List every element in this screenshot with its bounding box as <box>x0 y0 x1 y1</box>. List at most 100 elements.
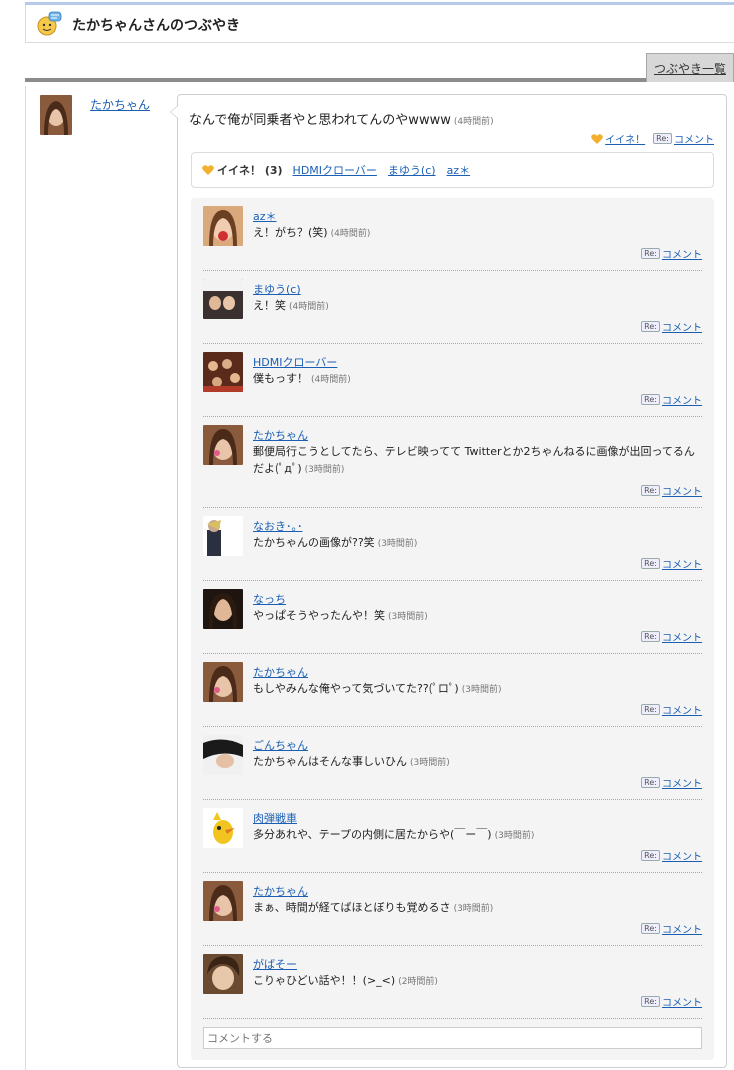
post-arrow <box>170 105 178 119</box>
post-time: (4時間前) <box>453 117 494 127</box>
comment-text: まぁ、時間が経てばほとぼりも覚めるさ (3時間前) <box>253 899 697 918</box>
re-icon: Re: <box>641 485 660 496</box>
comment-text: 僕もっす！ (4時間前) <box>253 370 697 389</box>
post-text: なんで俺が同乗者やと思われてんのやwwww <box>189 113 451 128</box>
comment-item: まゆう(c) え！笑 (4時間前) Re: コメント <box>203 271 702 344</box>
re-icon: Re: <box>653 133 672 144</box>
reply-action[interactable]: Re: コメント <box>641 702 702 717</box>
comment-text: もしやみんな俺やって気づいてた??(ﾟロﾟ) (3時間前) <box>253 680 697 699</box>
comment-item: ごんちゃん たかちゃんはそんな事しいひん (3時間前) Re: コメント <box>203 727 702 800</box>
reply-action[interactable]: Re: コメント <box>641 556 702 571</box>
commenter-avatar[interactable] <box>203 735 243 775</box>
commenter-avatar[interactable] <box>203 425 243 465</box>
commenter-avatar[interactable] <box>203 954 243 994</box>
commenter-avatar[interactable] <box>203 352 243 392</box>
commenter-avatar[interactable] <box>203 516 243 556</box>
reply-action[interactable]: Re: コメント <box>641 629 702 644</box>
commenter-avatar[interactable] <box>203 279 243 319</box>
comment-item: たかちゃん まぁ、時間が経てばほとぼりも覚めるさ (3時間前) Re: コメント <box>203 873 702 946</box>
reply-link[interactable]: コメント <box>662 775 702 790</box>
commenter-name-link[interactable]: たかちゃん <box>253 664 308 680</box>
commenter-avatar[interactable] <box>203 808 243 848</box>
likes-box: イイネ！ (3) HDMIクローバー まゆう(c) az＊ <box>191 152 714 188</box>
comment-body: もしやみんな俺やって気づいてた??(ﾟロﾟ) <box>253 682 459 695</box>
reply-action[interactable]: Re: コメント <box>641 319 702 334</box>
like-link[interactable]: イイネ！ <box>605 131 645 146</box>
like-action[interactable]: イイネ！ <box>591 131 645 146</box>
comment-body: まぁ、時間が経てばほとぼりも覚めるさ <box>253 901 451 914</box>
post-card: なんで俺が同乗者やと思われてんのやwwww (4時間前) イイネ！ Re: コメン… <box>170 94 727 1068</box>
reply-action[interactable]: Re: コメント <box>641 994 702 1009</box>
comment-action[interactable]: Re: コメント <box>653 131 714 146</box>
comment-body: 僕もっす！ <box>253 372 308 385</box>
comment-time: (3時間前) <box>494 831 535 841</box>
comment-item: たかちゃん 郵便局行こうとしてたら、テレビ映ってて Twitterとか2ちゃんね… <box>203 417 702 508</box>
commenter-name-link[interactable]: az＊ <box>253 208 277 224</box>
reply-action[interactable]: Re: コメント <box>641 775 702 790</box>
commenter-name-link[interactable]: HDMIクローバー <box>253 354 337 370</box>
reply-link[interactable]: コメント <box>662 483 702 498</box>
commenter-name-link[interactable]: ごんちゃん <box>253 737 308 753</box>
page-title: たかちゃんさんのつぶやき <box>72 18 240 34</box>
liker-link[interactable]: まゆう(c) <box>388 162 436 178</box>
re-icon: Re: <box>641 631 660 642</box>
commenter-name-link[interactable]: たかちゃん <box>253 883 308 899</box>
comment-time: (3時間前) <box>388 612 428 622</box>
comment-link[interactable]: コメント <box>674 131 714 146</box>
likes-count-label: イイネ！ (3) <box>217 164 283 177</box>
reply-link[interactable]: コメント <box>662 629 702 644</box>
liker-link[interactable]: az＊ <box>447 162 471 178</box>
comment-input[interactable] <box>203 1027 702 1049</box>
commenter-name-link[interactable]: たかちゃん <box>253 427 308 443</box>
comment-text: え！笑 (4時間前) <box>253 297 697 316</box>
re-icon: Re: <box>641 850 660 861</box>
author-name-link[interactable]: たかちゃん <box>90 96 150 113</box>
speech-bubble-icon <box>37 11 62 36</box>
comment-text: やっぱそうやったんや！笑 (3時間前) <box>253 607 697 626</box>
comment-time: (4時間前) <box>311 375 351 385</box>
liker-link[interactable]: HDMIクローバー <box>293 162 377 178</box>
comment-text: こりゃひどい話や！！(>_<) (2時間前) <box>253 972 697 991</box>
commenter-name-link[interactable]: まゆう(c) <box>253 281 301 297</box>
commenter-name-link[interactable]: 肉弾戦車 <box>253 810 297 826</box>
comment-body: え！笑 <box>253 299 286 312</box>
reply-link[interactable]: コメント <box>662 392 702 407</box>
reply-link[interactable]: コメント <box>662 921 702 936</box>
reply-link[interactable]: コメント <box>662 702 702 717</box>
reply-action[interactable]: Re: コメント <box>641 483 702 498</box>
comment-time: (4時間前) <box>289 302 329 312</box>
reply-action[interactable]: Re: コメント <box>641 392 702 407</box>
reply-action[interactable]: Re: コメント <box>641 921 702 936</box>
reply-link[interactable]: コメント <box>662 246 702 261</box>
comment-time: (4時間前) <box>330 229 371 239</box>
reply-link[interactable]: コメント <box>662 994 702 1009</box>
comment-body: こりゃひどい話や！！(>_<) <box>253 974 396 987</box>
reply-action[interactable]: Re: コメント <box>641 246 702 261</box>
comment-body: やっぱそうやったんや！笑 <box>253 609 385 622</box>
commenter-avatar[interactable] <box>203 662 243 702</box>
comment-text: え！がち？(笑) (4時間前) <box>253 224 697 243</box>
comment-time: (3時間前) <box>377 539 418 549</box>
tab-tsubuyaki-list[interactable]: つぶやき一覧 <box>646 53 734 82</box>
re-icon: Re: <box>641 923 660 934</box>
comment-item: HDMIクローバー 僕もっす！ (4時間前) Re: コメント <box>203 344 702 417</box>
commenter-name-link[interactable]: がばそー <box>253 956 297 972</box>
comment-time: (2時間前) <box>398 977 438 987</box>
reply-link[interactable]: コメント <box>662 556 702 571</box>
reply-link[interactable]: コメント <box>662 848 702 863</box>
comment-item: たかちゃん もしやみんな俺やって気づいてた??(ﾟロﾟ) (3時間前) Re: コメ… <box>203 654 702 727</box>
comment-body: え！がち？(笑) <box>253 226 328 239</box>
reply-link[interactable]: コメント <box>662 319 702 334</box>
commenter-avatar[interactable] <box>203 206 243 246</box>
author-avatar[interactable] <box>40 95 72 135</box>
comment-item: がばそー こりゃひどい話や！！(>_<) (2時間前) Re: コメント <box>203 946 702 1019</box>
post-body: なんで俺が同乗者やと思われてんのやwwww (4時間前) <box>189 109 494 128</box>
commenter-avatar[interactable] <box>203 589 243 629</box>
commenter-name-link[interactable]: なっち <box>253 591 286 607</box>
comment-item: なっち やっぱそうやったんや！笑 (3時間前) Re: コメント <box>203 581 702 654</box>
reply-action[interactable]: Re: コメント <box>641 848 702 863</box>
commenter-avatar[interactable] <box>203 881 243 921</box>
comment-time: (3時間前) <box>461 685 502 695</box>
commenter-name-link[interactable]: なおき･｡･ <box>253 518 303 534</box>
comment-body: たかちゃんはそんな事しいひん <box>253 755 407 768</box>
